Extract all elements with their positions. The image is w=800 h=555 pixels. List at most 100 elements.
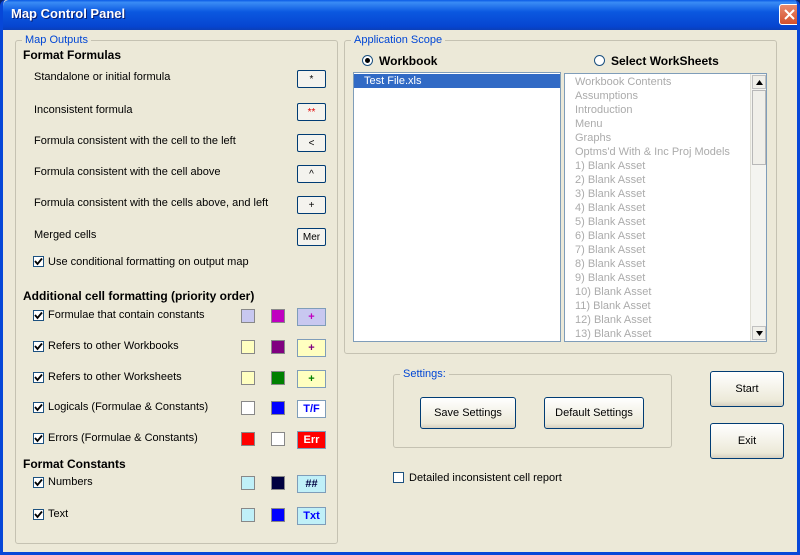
format-preview-button[interactable]: Err [297, 431, 326, 449]
font-color-swatch[interactable] [271, 401, 285, 415]
exit-button[interactable]: Exit [710, 423, 784, 459]
worksheet-list-item[interactable]: 10) Blank Asset [565, 285, 766, 299]
close-icon [784, 9, 795, 20]
format-option-checkbox[interactable] [33, 433, 44, 444]
worksheet-list-item[interactable]: 6) Blank Asset [565, 229, 766, 243]
worksheet-list-item[interactable]: 3) Blank Asset [565, 187, 766, 201]
title-bar[interactable]: Map Control Panel [3, 0, 797, 30]
worksheet-list-item[interactable]: 4) Blank Asset [565, 201, 766, 215]
worksheet-list-item[interactable]: Introduction [565, 103, 766, 117]
font-color-swatch[interactable] [271, 309, 285, 323]
format-option-label: Logicals (Formulae & Constants) [48, 401, 209, 413]
start-button[interactable]: Start [710, 371, 784, 407]
map-control-panel-window: Map Control Panel Map Outputs Format For… [0, 0, 800, 555]
format-option-label: Text [48, 508, 69, 520]
default-settings-button[interactable]: Default Settings [544, 397, 644, 429]
scroll-up-button[interactable] [752, 75, 766, 89]
format-preview-button[interactable]: + [297, 370, 326, 388]
checkmark-icon [34, 510, 43, 519]
worksheets-listbox[interactable]: Workbook Contents Assumptions Introduction… [564, 73, 767, 342]
format-constants-heading: Format Constants [23, 457, 126, 471]
worksheet-list-item[interactable]: 1) Blank Asset [565, 159, 766, 173]
format-option-label: Errors (Formulae & Constants) [48, 432, 198, 444]
worksheet-list-item[interactable]: 11) Blank Asset [565, 299, 766, 313]
worksheet-list-item[interactable]: Workbook Contents [565, 75, 766, 89]
format-option-checkbox[interactable] [33, 310, 44, 321]
fill-color-swatch[interactable] [241, 476, 255, 490]
checkmark-icon [34, 373, 43, 382]
worksheet-list-item[interactable]: 7) Blank Asset [565, 243, 766, 257]
worksheet-list-item[interactable]: 13) Blank Asset [565, 327, 766, 341]
checkmark-icon [34, 342, 43, 351]
checkmark-icon [34, 478, 43, 487]
workbook-list-item[interactable]: Test File.xls [354, 74, 560, 88]
checkmark-icon [34, 434, 43, 443]
font-color-swatch[interactable] [271, 476, 285, 490]
workbook-listbox[interactable]: Test File.xls [353, 72, 561, 342]
map-outputs-legend: Map Outputs [25, 34, 88, 46]
format-preview-button[interactable]: + [297, 339, 326, 357]
fill-color-swatch[interactable] [241, 340, 255, 354]
formula-format-button[interactable]: ^ [297, 165, 326, 183]
fill-color-swatch[interactable] [241, 309, 255, 323]
formula-format-button[interactable]: * [297, 70, 326, 88]
worksheet-list-item[interactable]: 8) Blank Asset [565, 257, 766, 271]
checkmark-icon [34, 257, 43, 266]
additional-formatting-heading: Additional cell formatting (priority ord… [23, 289, 255, 303]
worksheet-list-item[interactable]: 9) Blank Asset [565, 271, 766, 285]
formula-format-button[interactable]: < [297, 134, 326, 152]
formula-row-label: Formula consistent with the cells above,… [34, 197, 269, 209]
fill-color-swatch[interactable] [241, 371, 255, 385]
formula-row-label: Merged cells [34, 229, 97, 241]
arrow-down-icon [755, 330, 763, 336]
formula-format-button[interactable]: ** [297, 103, 326, 121]
format-preview-button[interactable]: T/F [297, 400, 326, 418]
save-settings-button[interactable]: Save Settings [420, 397, 516, 429]
worksheet-list-item[interactable]: 12) Blank Asset [565, 313, 766, 327]
checkmark-icon [34, 311, 43, 320]
workbook-radio[interactable] [362, 55, 373, 66]
worksheet-list-item[interactable]: 2) Blank Asset [565, 173, 766, 187]
worksheet-list-item[interactable]: 5) Blank Asset [565, 215, 766, 229]
close-button[interactable] [779, 4, 797, 25]
fill-color-swatch[interactable] [241, 508, 255, 522]
font-color-swatch[interactable] [271, 340, 285, 354]
format-option-checkbox[interactable] [33, 372, 44, 383]
application-scope-legend: Application Scope [354, 34, 443, 46]
scroll-down-button[interactable] [752, 326, 766, 340]
conditional-formatting-checkbox[interactable] [33, 256, 44, 267]
select-worksheets-radio-label: Select WorkSheets [611, 54, 719, 68]
format-preview-button[interactable]: ## [297, 475, 326, 493]
window-title: Map Control Panel [11, 6, 126, 21]
worksheet-list-item[interactable]: Menu [565, 117, 766, 131]
font-color-swatch[interactable] [271, 508, 285, 522]
worksheets-scrollbar[interactable] [750, 74, 766, 341]
format-preview-button[interactable]: + [297, 308, 326, 326]
settings-legend: Settings: [403, 368, 446, 380]
workbook-radio-label: Workbook [379, 54, 438, 68]
detailed-report-checkbox[interactable] [393, 472, 404, 483]
format-formulas-heading: Format Formulas [23, 48, 122, 62]
worksheet-list-item[interactable]: Optms'd With & Inc Proj Models [565, 145, 766, 159]
font-color-swatch[interactable] [271, 432, 285, 446]
formula-format-button[interactable]: Mer [297, 228, 326, 246]
worksheet-list-item[interactable]: Assumptions [565, 89, 766, 103]
format-option-checkbox[interactable] [33, 509, 44, 520]
format-option-checkbox[interactable] [33, 341, 44, 352]
scroll-thumb[interactable] [752, 90, 766, 165]
select-worksheets-radio[interactable] [594, 55, 605, 66]
format-option-checkbox[interactable] [33, 477, 44, 488]
formula-format-button[interactable]: + [297, 196, 326, 214]
checkmark-icon [34, 403, 43, 412]
format-preview-button[interactable]: Txt [297, 507, 326, 525]
format-option-label: Formulae that contain constants [48, 309, 205, 321]
arrow-up-icon [755, 79, 763, 85]
detailed-report-label: Detailed inconsistent cell report [409, 472, 562, 484]
conditional-formatting-label: Use conditional formatting on output map [48, 256, 249, 268]
fill-color-swatch[interactable] [241, 401, 255, 415]
fill-color-swatch[interactable] [241, 432, 255, 446]
format-option-checkbox[interactable] [33, 402, 44, 413]
font-color-swatch[interactable] [271, 371, 285, 385]
worksheet-list-item[interactable]: Graphs [565, 131, 766, 145]
format-option-label: Numbers [48, 476, 93, 488]
